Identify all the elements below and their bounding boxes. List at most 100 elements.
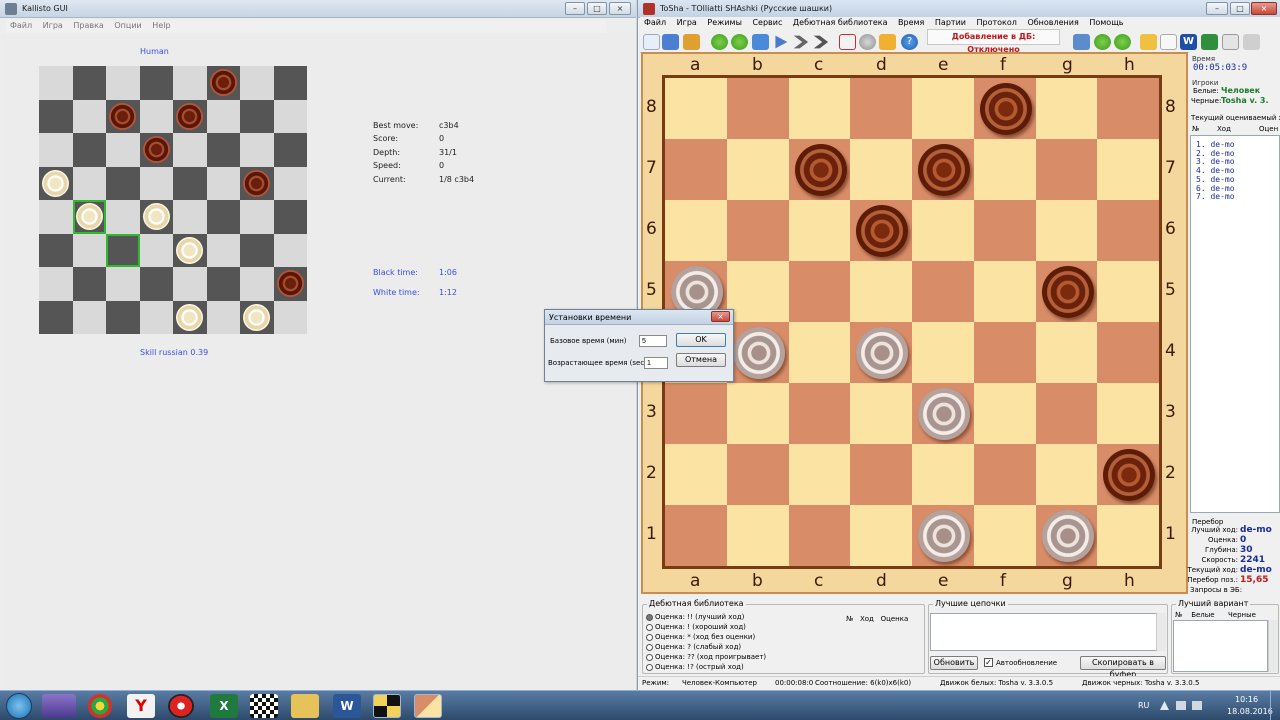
help-icon[interactable]: ? xyxy=(901,34,918,50)
table-icon[interactable] xyxy=(1073,34,1090,50)
board-square[interactable] xyxy=(726,139,789,200)
board-square[interactable] xyxy=(72,200,106,234)
kallisto-taskbar-icon[interactable] xyxy=(373,694,401,718)
board-square[interactable] xyxy=(850,505,912,566)
board-square[interactable] xyxy=(72,99,106,133)
rating-radio-icon[interactable] xyxy=(646,624,653,631)
ok-button[interactable]: OK xyxy=(676,333,726,347)
rating-option[interactable]: Оценка: ? (слабый ход) xyxy=(655,643,741,651)
board-square[interactable] xyxy=(1035,444,1098,505)
board-square[interactable] xyxy=(72,166,106,200)
board-square[interactable] xyxy=(726,383,789,444)
board-square[interactable] xyxy=(206,233,240,267)
chrome-taskbar-icon[interactable] xyxy=(88,694,112,718)
black-checker[interactable] xyxy=(1103,449,1156,501)
board-square[interactable] xyxy=(912,261,974,322)
board-square[interactable] xyxy=(788,444,851,505)
board-square[interactable] xyxy=(173,233,207,267)
board-square[interactable] xyxy=(912,322,974,383)
board-square[interactable] xyxy=(206,166,240,200)
menu-service[interactable]: Сервис xyxy=(748,17,786,28)
board-square[interactable] xyxy=(973,261,1036,322)
board-square[interactable] xyxy=(665,78,727,139)
edit-icon[interactable] xyxy=(1140,34,1157,50)
white-checker[interactable] xyxy=(856,327,909,379)
board-square[interactable] xyxy=(1035,200,1098,261)
board-square[interactable] xyxy=(106,300,140,334)
board-square[interactable] xyxy=(173,267,207,301)
board-square[interactable] xyxy=(665,444,727,505)
black-checker[interactable] xyxy=(856,205,909,257)
board-square[interactable] xyxy=(912,200,974,261)
board-square[interactable] xyxy=(240,200,274,234)
rating-option[interactable]: Оценка: * (ход без оценки) xyxy=(655,633,755,641)
stop-icon[interactable] xyxy=(752,34,769,50)
clock-date[interactable]: 18.08.2016 xyxy=(1227,707,1273,716)
board-square[interactable] xyxy=(1035,383,1098,444)
board-square[interactable] xyxy=(39,200,73,234)
board-square[interactable] xyxy=(726,261,789,322)
board-square[interactable] xyxy=(1097,444,1159,505)
menu-game[interactable]: Игра xyxy=(39,20,67,31)
board-square[interactable] xyxy=(106,133,140,167)
menu-file[interactable]: Файл xyxy=(640,17,670,28)
board-square[interactable] xyxy=(1097,78,1159,139)
board-square[interactable] xyxy=(273,66,307,100)
increment-input[interactable] xyxy=(644,357,668,369)
black-checker[interactable] xyxy=(176,102,203,130)
explorer-taskbar-icon[interactable] xyxy=(291,694,319,718)
minimize-button[interactable]: – xyxy=(565,2,585,15)
board-square[interactable] xyxy=(850,322,912,383)
board-square[interactable] xyxy=(973,444,1036,505)
prev-move-icon[interactable] xyxy=(731,34,748,50)
board-square[interactable] xyxy=(72,300,106,334)
board-square[interactable] xyxy=(106,66,140,100)
board-square[interactable] xyxy=(912,505,974,566)
board-square[interactable] xyxy=(273,133,307,167)
white-checker[interactable] xyxy=(732,327,785,379)
menu-help[interactable]: Help xyxy=(148,20,174,31)
board-square[interactable] xyxy=(1035,505,1098,566)
board-square[interactable] xyxy=(788,200,851,261)
start-button[interactable] xyxy=(6,693,32,719)
black-checker[interactable] xyxy=(109,102,136,130)
white-checker[interactable] xyxy=(176,236,203,264)
black-checker[interactable] xyxy=(794,144,847,196)
eval-row[interactable]: 1. de-mo xyxy=(1196,140,1235,149)
base-time-input[interactable] xyxy=(639,335,667,347)
board-square[interactable] xyxy=(665,505,727,566)
board-square[interactable] xyxy=(1097,322,1159,383)
board-square[interactable] xyxy=(72,133,106,167)
rating-option[interactable]: Оценка: !! (лучший ход) xyxy=(655,613,744,621)
board-square[interactable] xyxy=(850,139,912,200)
board-square[interactable] xyxy=(139,300,173,334)
board-square[interactable] xyxy=(1035,322,1098,383)
board-square[interactable] xyxy=(973,139,1036,200)
white-checker[interactable] xyxy=(918,510,970,562)
board-square[interactable] xyxy=(1097,383,1159,444)
close-button[interactable]: × xyxy=(1251,2,1277,15)
menu-file[interactable]: Файл xyxy=(6,20,36,31)
close-button[interactable]: × xyxy=(609,2,631,15)
board-square[interactable] xyxy=(39,133,73,167)
rating-option[interactable]: Оценка: ! (хороший ход) xyxy=(655,623,746,631)
eval-row[interactable]: 6. de-mo xyxy=(1196,184,1235,193)
rating-radio-icon[interactable] xyxy=(646,664,653,671)
menu-modes[interactable]: Режимы xyxy=(703,17,746,28)
hand-icon[interactable] xyxy=(683,34,700,50)
menu-games[interactable]: Партии xyxy=(931,17,970,28)
black-checker[interactable] xyxy=(243,169,270,197)
board-square[interactable] xyxy=(726,78,789,139)
board-square[interactable] xyxy=(973,78,1036,139)
board-square[interactable] xyxy=(973,505,1036,566)
volume-icon[interactable] xyxy=(1192,701,1202,710)
board-square[interactable] xyxy=(240,133,274,167)
board-square[interactable] xyxy=(273,99,307,133)
board-square[interactable] xyxy=(39,300,73,334)
board-square[interactable] xyxy=(39,99,73,133)
network-icon[interactable] xyxy=(1176,701,1186,710)
copy-button[interactable]: Скопировать в буфер xyxy=(1080,656,1166,679)
board-square[interactable] xyxy=(206,200,240,234)
board-square[interactable] xyxy=(788,322,851,383)
maximize-button[interactable]: □ xyxy=(587,2,607,15)
